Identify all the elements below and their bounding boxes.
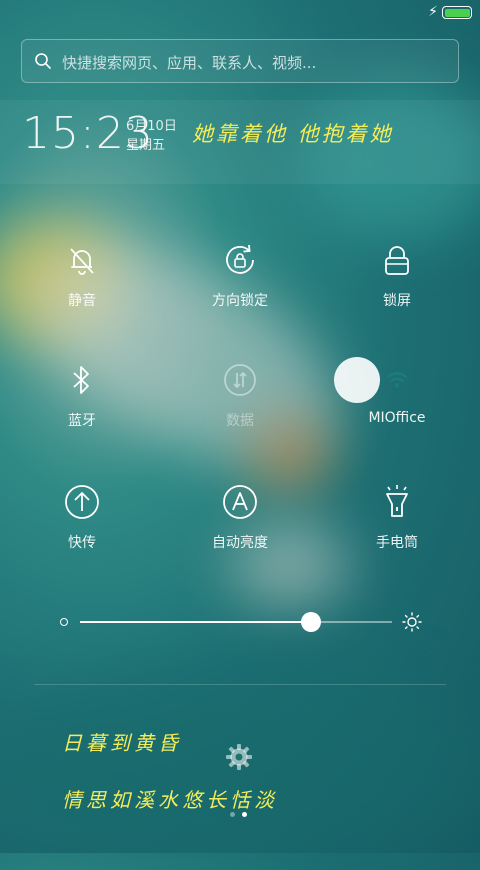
toggle-rotation-lock[interactable]: 方向锁定 bbox=[180, 240, 300, 340]
slider-thumb[interactable] bbox=[300, 612, 321, 632]
toggle-bluetooth[interactable]: 蓝牙 bbox=[22, 360, 142, 460]
battery-level bbox=[444, 8, 470, 17]
toggle-flashlight[interactable]: 手电筒 bbox=[337, 482, 457, 582]
slider-fill bbox=[80, 621, 311, 623]
toggle-label: 静音 bbox=[68, 293, 96, 309]
toggle-quick-share[interactable]: 快传 bbox=[22, 482, 142, 582]
date: 6月10日 bbox=[126, 119, 177, 134]
auto-brightness-icon bbox=[223, 485, 257, 519]
toggle-auto-brightness[interactable]: 自动亮度 bbox=[180, 482, 300, 582]
settings-gear-icon[interactable] bbox=[224, 742, 254, 772]
upload-arrow-icon bbox=[65, 485, 99, 519]
rotation-lock-icon bbox=[226, 244, 254, 274]
weekday: 星期五 bbox=[126, 138, 166, 153]
date-block: 6月10日 星期五 bbox=[126, 117, 177, 155]
search-icon bbox=[35, 53, 51, 69]
toggle-lock-screen[interactable]: 锁屏 bbox=[337, 240, 457, 340]
active-indicator bbox=[334, 357, 380, 403]
lock-icon bbox=[385, 246, 409, 275]
page-dot bbox=[230, 812, 235, 817]
brightness-high-icon bbox=[402, 612, 422, 632]
poem-line-2: 情思如溪水悠长恬淡 bbox=[62, 788, 278, 812]
toggle-mute[interactable]: 静音 bbox=[22, 240, 142, 340]
page-indicator bbox=[230, 811, 254, 819]
toggle-label: 自动亮度 bbox=[212, 535, 268, 551]
brightness-slider[interactable] bbox=[60, 612, 430, 632]
search-bar[interactable]: 快捷搜索网页、应用、联系人、视频... bbox=[21, 39, 459, 83]
search-placeholder: 快捷搜索网页、应用、联系人、视频... bbox=[62, 54, 317, 72]
divider bbox=[34, 684, 446, 685]
toggle-label: 蓝牙 bbox=[68, 413, 96, 429]
bell-off-icon bbox=[70, 248, 94, 275]
toggle-wifi[interactable]: MIOffice bbox=[334, 357, 457, 460]
brightness-low-icon bbox=[60, 618, 68, 626]
lightning-bolt-icon: ⚡ bbox=[428, 4, 438, 20]
toggle-label: 数据 bbox=[226, 413, 254, 429]
mobile-data-icon bbox=[224, 364, 256, 396]
header-phrase: 她靠着他 他抱着她 bbox=[192, 122, 394, 146]
toggle-mobile-data[interactable]: 数据 bbox=[180, 360, 300, 460]
battery-icon bbox=[442, 6, 472, 19]
bluetooth-icon bbox=[73, 366, 89, 394]
poem-line-1: 日暮到黄昏 bbox=[62, 731, 182, 755]
toggle-label: 锁屏 bbox=[383, 293, 411, 309]
flashlight-icon bbox=[386, 485, 408, 517]
toggle-label: 手电筒 bbox=[376, 535, 418, 551]
toggle-label: MIOffice bbox=[368, 410, 426, 426]
status-bar: ⚡ bbox=[0, 0, 480, 26]
toggle-label: 方向锁定 bbox=[212, 293, 268, 309]
wifi-icon bbox=[386, 372, 408, 388]
toggle-label: 快传 bbox=[68, 535, 96, 551]
page-dot bbox=[242, 812, 247, 817]
